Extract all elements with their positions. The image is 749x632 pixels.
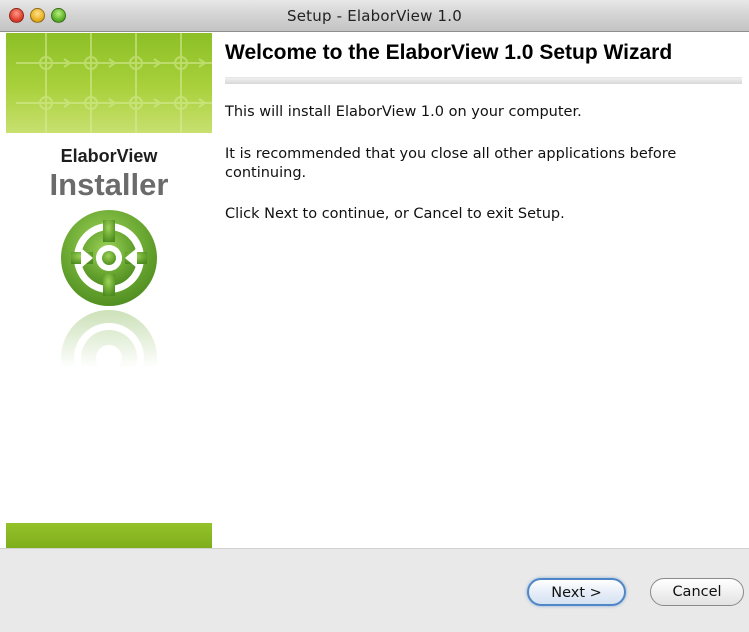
wizard-content: Welcome to the ElaborView 1.0 Setup Wiza… — [212, 33, 749, 548]
circuit-pattern-icon — [16, 33, 212, 133]
cancel-button[interactable]: Cancel — [650, 578, 744, 606]
install-info-text: This will install ElaborView 1.0 on your… — [225, 104, 582, 120]
next-button[interactable]: Next > — [527, 578, 626, 606]
brand-subtitle: Installer — [49, 167, 169, 202]
brand-name: ElaborView — [60, 146, 158, 166]
close-apps-text: It is recommended that you close all oth… — [225, 146, 677, 181]
button-bar: Next > Cancel — [0, 548, 749, 632]
heading-divider — [225, 77, 742, 84]
banner-footer-stripe — [6, 523, 212, 548]
logo-reflection-icon — [59, 308, 159, 368]
window-titlebar[interactable]: Setup - ElaborView 1.0 — [0, 0, 749, 32]
page-title: Welcome to the ElaborView 1.0 Setup Wiza… — [225, 41, 673, 64]
elaborview-logo-icon — [61, 210, 157, 306]
installer-banner: ElaborView Installer — [6, 33, 212, 548]
window-title: Setup - ElaborView 1.0 — [287, 7, 462, 25]
instructions-text: Click Next to continue, or Cancel to exi… — [225, 206, 565, 222]
banner-pattern — [6, 33, 212, 133]
